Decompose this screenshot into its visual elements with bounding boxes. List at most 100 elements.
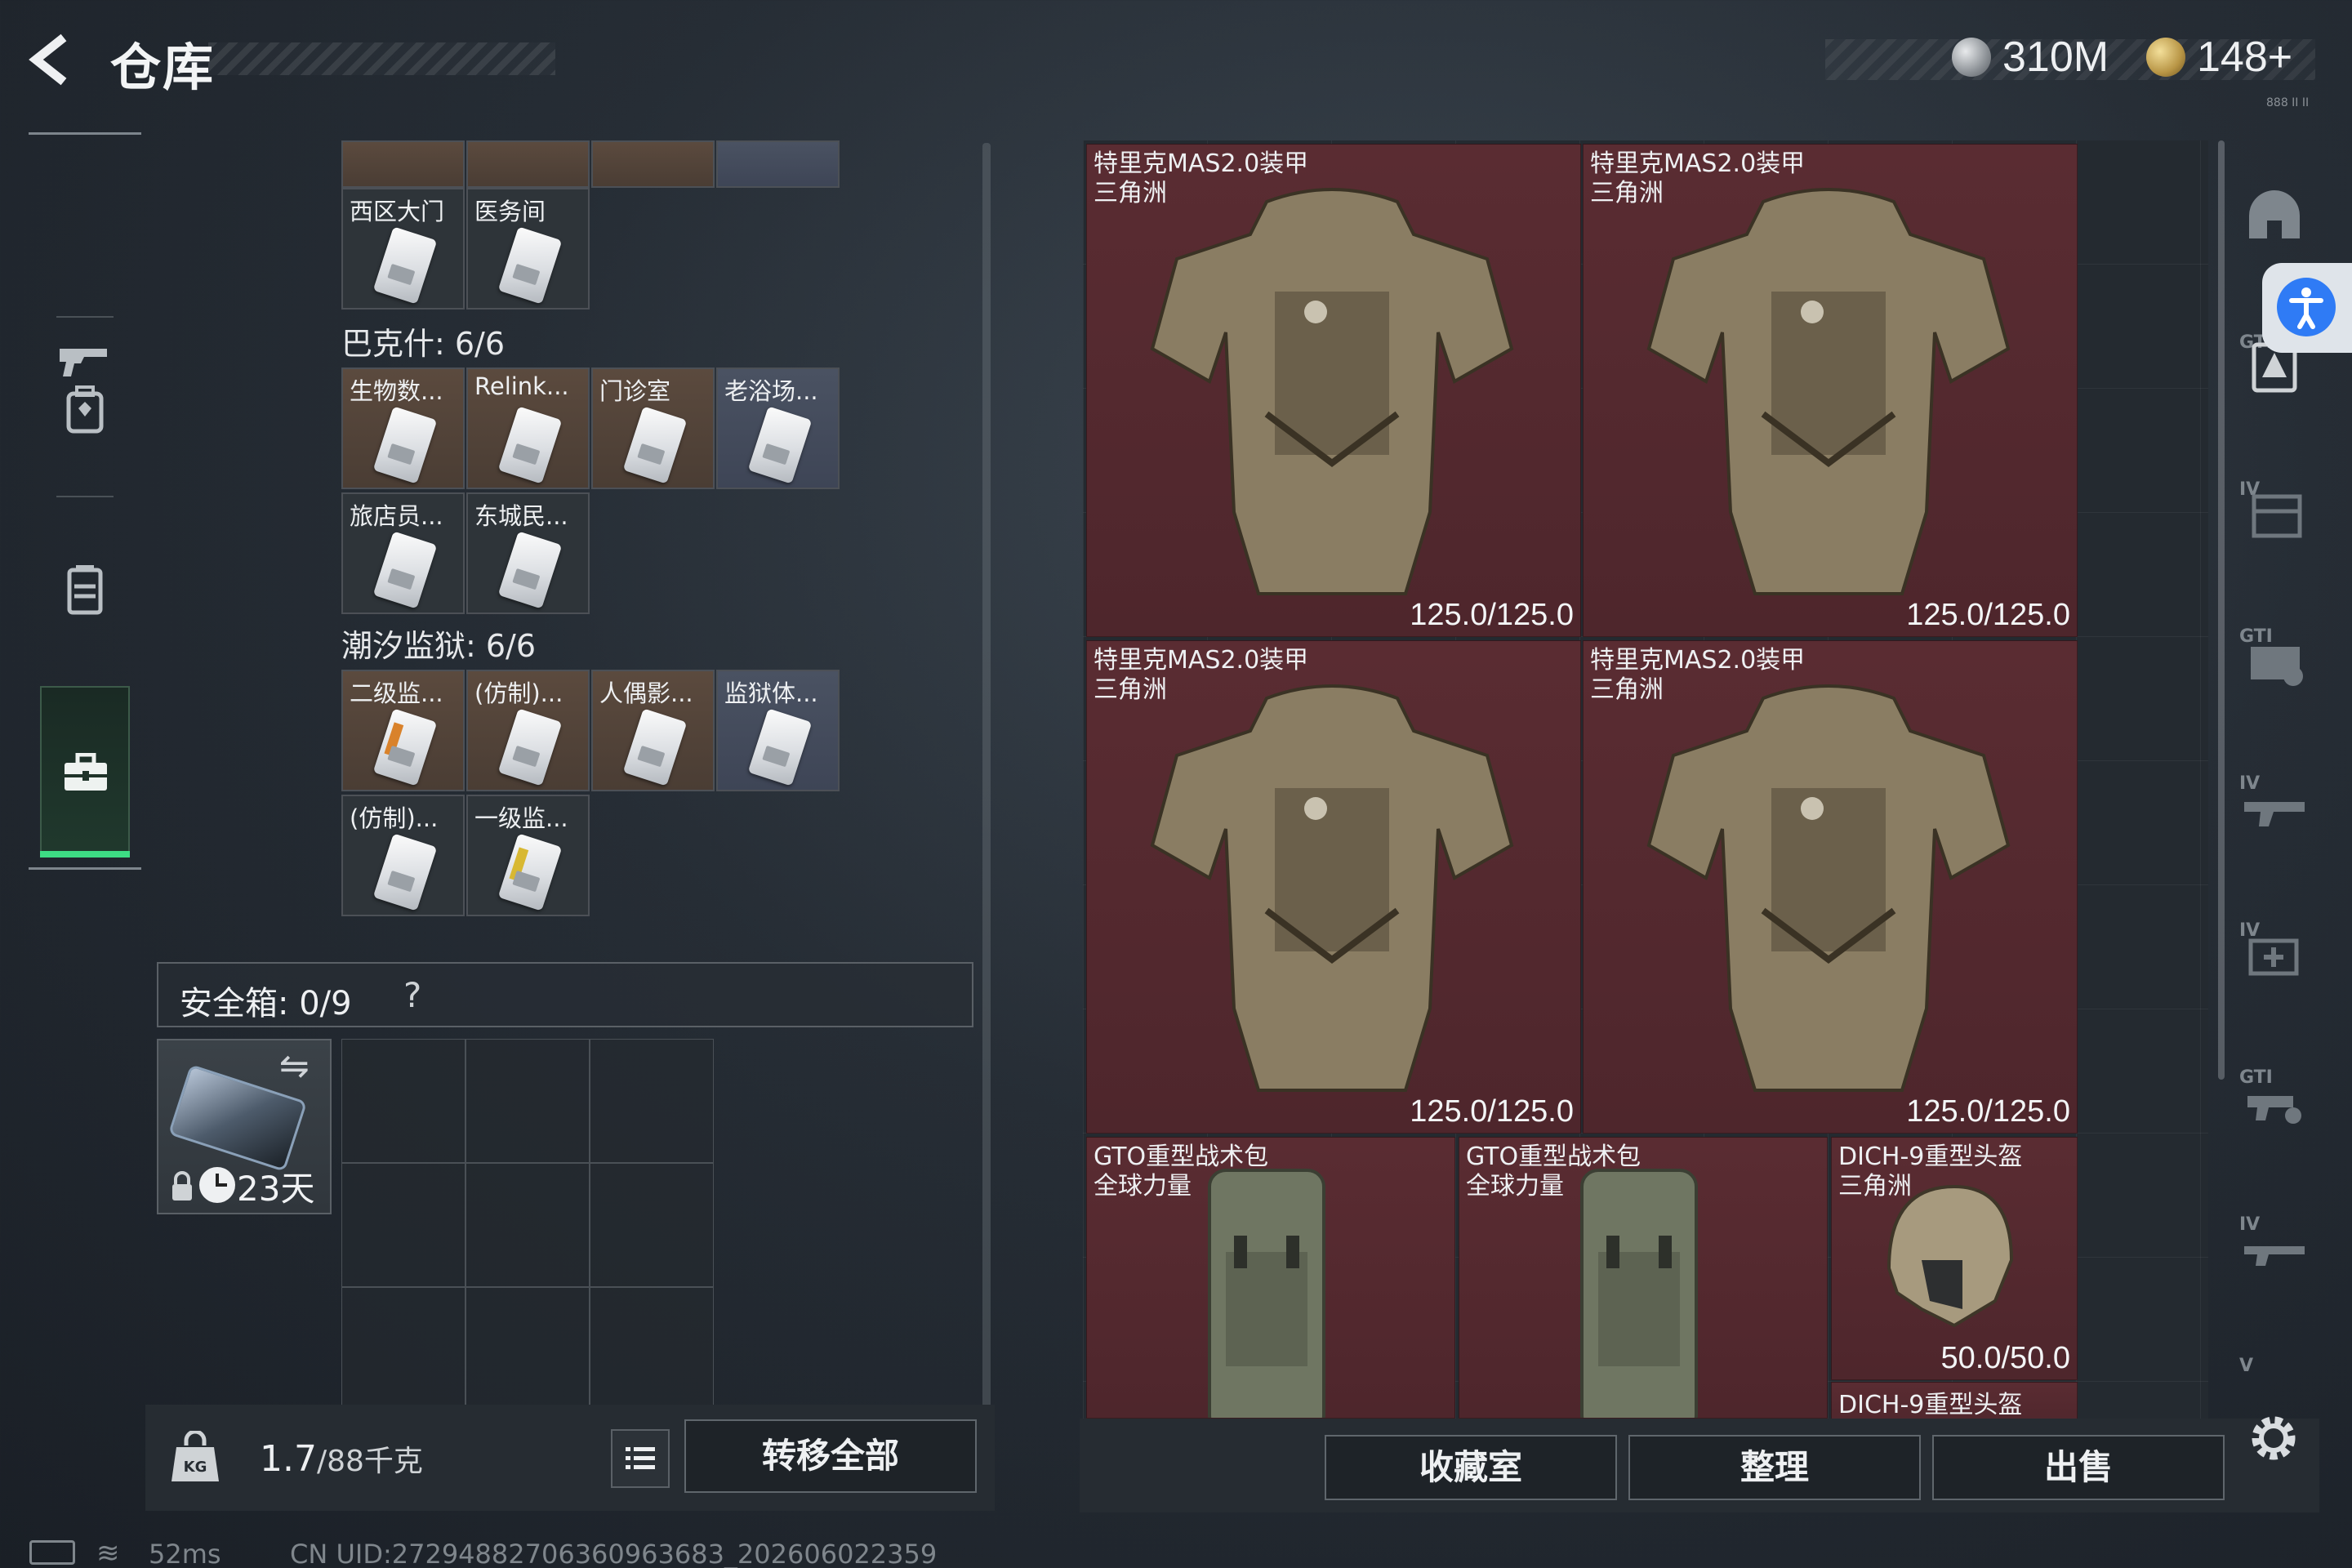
medical-filter-icon[interactable] <box>2236 916 2314 990</box>
ping-readout: 52ms <box>149 1539 221 1568</box>
key-card[interactable]: 二级监... <box>341 670 465 791</box>
key-card[interactable]: (仿制)... <box>341 795 465 916</box>
nav-keys[interactable] <box>40 686 130 858</box>
armor-item[interactable]: 特里克MAS2.0装甲 三角洲 125.0/125.0 <box>1583 144 2078 637</box>
safe-box-header: 安全箱: 0/9 ? <box>157 962 973 1027</box>
helmet-item-partial[interactable]: DICH-9重型头盔 <box>1831 1382 2078 1419</box>
key-card[interactable]: 门诊室 <box>591 368 715 489</box>
nav-edge-top <box>29 132 141 135</box>
item-durability: 125.0/125.0 <box>1906 1094 2070 1129</box>
key-card[interactable]: 东城民... <box>466 492 590 614</box>
section-title-bakesh: 巴克什: 6/6 <box>341 326 506 362</box>
page-title: 仓库 <box>110 38 216 97</box>
transfer-all-button[interactable]: 转移全部 <box>684 1419 977 1493</box>
safe-slot[interactable] <box>466 1039 590 1163</box>
left-nav <box>29 132 141 871</box>
helmet-image <box>1886 1184 2014 1328</box>
sell-button[interactable]: 出售 <box>1932 1435 2225 1500</box>
stash-action-bar: 收藏室 整理 出售 <box>1080 1419 2319 1512</box>
back-arrow-icon[interactable] <box>24 31 82 88</box>
item-name: DICH-9重型头盔 <box>1838 1391 2023 1419</box>
safe-box-label: 安全箱: 0/9 <box>180 985 352 1022</box>
key-card[interactable]: (仿制)... <box>466 670 590 791</box>
help-icon[interactable]: ? <box>403 975 421 1015</box>
backpack-item[interactable]: GTO重型战术包 全球力量 <box>1459 1137 1828 1419</box>
weight-icon: KG <box>172 1431 219 1481</box>
collection-room-button[interactable]: 收藏室 <box>1325 1435 1617 1500</box>
version-tag: 888 II II <box>2266 96 2310 109</box>
key-card-label: 生物数... <box>350 377 443 405</box>
body-armor-image <box>1646 188 2011 595</box>
key-card[interactable]: 医务间 <box>466 188 590 310</box>
safe-slot[interactable] <box>341 1163 466 1287</box>
safe-slot[interactable] <box>590 1163 714 1287</box>
safe-slot[interactable] <box>590 1287 714 1411</box>
key-card-label: 二级监... <box>350 679 443 707</box>
key-card[interactable]: 一级监... <box>466 795 590 916</box>
item-durability: 50.0/50.0 <box>1940 1341 2070 1375</box>
keycard-icon <box>372 406 438 484</box>
section-title-tidal-prison: 潮汐监狱: 6/6 <box>341 628 537 664</box>
keycard-icon <box>747 406 813 484</box>
weapon-filter-icon[interactable] <box>2236 769 2314 843</box>
safe-slot[interactable] <box>466 1287 590 1411</box>
list-view-button[interactable] <box>611 1429 670 1488</box>
left-panel-scrollbar[interactable] <box>982 143 991 1421</box>
key-card[interactable]: 人偶影... <box>591 670 715 791</box>
gold-currency[interactable]: 148+ <box>2146 33 2292 82</box>
clock-icon <box>199 1167 235 1203</box>
misc-filter-icon[interactable] <box>2236 1210 2314 1284</box>
safe-slot[interactable] <box>590 1039 714 1163</box>
key-card-label: 一级监... <box>474 804 568 832</box>
safe-slot[interactable] <box>341 1287 466 1411</box>
key-card-partial[interactable] <box>341 140 465 188</box>
swap-icon[interactable]: ⇋ <box>279 1045 310 1087</box>
tool-filter-icon[interactable] <box>2236 1063 2314 1137</box>
armor-item[interactable]: 特里克MAS2.0装甲 三角洲 125.0/125.0 <box>1086 144 1581 637</box>
key-card-partial[interactable] <box>716 140 840 188</box>
key-card-label: 老浴场... <box>724 377 818 405</box>
key-card[interactable]: 西区大门 <box>341 188 465 310</box>
nav-edge-bottom <box>29 867 141 870</box>
accessibility-button[interactable] <box>2262 263 2352 353</box>
key-card-label: 东城民... <box>474 502 568 530</box>
safe-slot[interactable] <box>341 1039 466 1163</box>
silver-amount: 310M <box>2002 33 2109 81</box>
helmet-item[interactable]: DICH-9重型头盔 三角洲 50.0/50.0 <box>1831 1137 2078 1380</box>
key-card-partial[interactable] <box>591 140 715 188</box>
top-bar: 仓库 310M 148+ 888 II II <box>0 0 2352 122</box>
keycard-icon <box>622 406 688 484</box>
key-card-partial[interactable] <box>466 140 590 188</box>
silver-coin-icon <box>1952 38 1991 77</box>
weight-readout: 1.7/88千克 <box>260 1437 423 1480</box>
accessibility-icon <box>2277 278 2336 336</box>
backpack-icon <box>66 385 104 434</box>
safe-slot[interactable] <box>466 1163 590 1287</box>
keycard-icon <box>622 708 688 786</box>
key-card[interactable]: 监狱体... <box>716 670 840 791</box>
armor-item[interactable]: 特里克MAS2.0装甲 三角洲 125.0/125.0 <box>1583 640 2078 1134</box>
key-card-label: 西区大门 <box>350 198 445 225</box>
key-card-label: 医务间 <box>474 198 546 225</box>
backpack-filter-icon[interactable] <box>2236 622 2314 696</box>
armor-item[interactable]: 特里克MAS2.0装甲 三角洲 125.0/125.0 <box>1086 640 1581 1134</box>
stash-scrollbar[interactable] <box>2218 140 2225 1080</box>
key-card[interactable]: 旅店员... <box>341 492 465 614</box>
nav-armor[interactable] <box>29 508 141 671</box>
key-card[interactable]: 老浴场... <box>716 368 840 489</box>
rig-filter-icon[interactable] <box>2236 475 2314 549</box>
sort-button[interactable]: 整理 <box>1628 1435 1921 1500</box>
safe-box-item[interactable]: ⇋ 23天 <box>157 1039 332 1214</box>
tactical-bag-image <box>1208 1169 1325 1418</box>
nav-separator <box>56 496 114 497</box>
wifi-icon: ≋ <box>96 1537 120 1568</box>
gold-coin-icon <box>2146 38 2185 77</box>
silver-currency[interactable]: 310M <box>1952 33 2109 82</box>
key-card[interactable]: Relink... <box>466 368 590 489</box>
backpack-item[interactable]: GTO重型战术包 全球力量 <box>1086 1137 1455 1419</box>
key-card[interactable]: 生物数... <box>341 368 465 489</box>
key-card-label: Relink... <box>474 372 569 400</box>
nav-backpack[interactable] <box>29 328 141 492</box>
helmet-filter-icon[interactable] <box>2236 181 2314 255</box>
gear-icon[interactable] <box>2244 1409 2303 1468</box>
